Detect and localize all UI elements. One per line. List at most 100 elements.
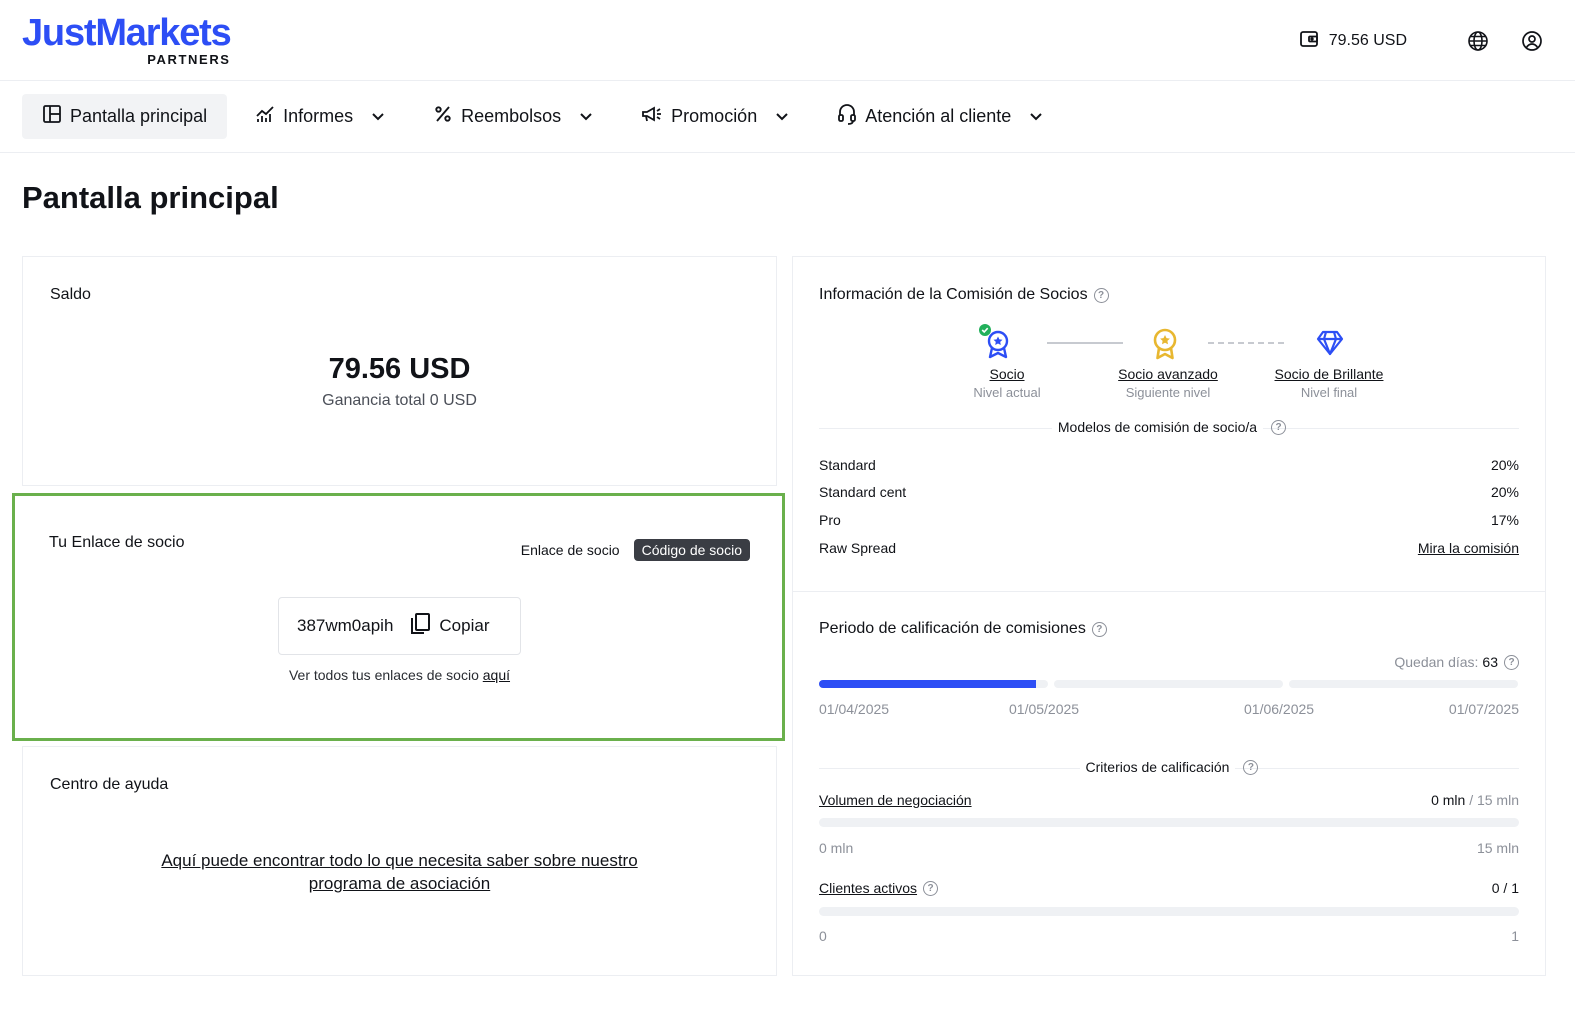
percent-icon xyxy=(433,104,453,129)
clients-max: 1 xyxy=(1511,928,1519,944)
qualification-period-title: Periodo de calificación de comisiones ? xyxy=(819,620,1107,638)
logo-text: JustMarkets xyxy=(22,12,232,54)
model-value: 17% xyxy=(1490,512,1519,528)
period-date: 01/07/2025 xyxy=(1448,701,1519,717)
chevron-down-icon xyxy=(579,106,593,127)
level-status: Nivel actual xyxy=(973,385,1041,400)
volume-row: Volumen de negociación 0 mln / 15 mln xyxy=(819,792,1519,808)
commission-card: Información de la Comisión de Socios ? S… xyxy=(792,256,1546,976)
nav-item-label: Atención al cliente xyxy=(865,106,1012,126)
days-remaining: Quedan días: 63 ? xyxy=(1394,654,1519,670)
help-center-card: Centro de ayuda Aquí puede encontrar tod… xyxy=(22,746,777,976)
header-balance-value: 79.56 USD xyxy=(1328,32,1407,49)
header-actions: 79.56 USD xyxy=(1299,26,1547,56)
help-link-line-2: programa de asociación xyxy=(308,874,491,893)
nav-item-reports[interactable]: Informes xyxy=(235,94,405,139)
period-date: 01/06/2025 xyxy=(1244,701,1315,717)
nav-item-support[interactable]: Atención al cliente xyxy=(817,94,1063,139)
logo-subtitle: PARTNERS xyxy=(147,52,231,67)
nav-item-label: Promoción xyxy=(671,106,758,126)
model-name: Standard cent xyxy=(819,484,907,500)
volume-current: 0 mln xyxy=(1431,792,1466,808)
commission-info-title-text: Información de la Comisión de Socios xyxy=(819,286,1088,303)
level-final-icon xyxy=(1316,330,1344,361)
level-status: Siguiente nivel xyxy=(1125,385,1211,400)
view-commission-link[interactable]: Mira la comisión xyxy=(1418,540,1519,556)
model-name: Pro xyxy=(819,512,841,528)
clients-label: Clientes activos ? xyxy=(819,880,939,896)
nav-item-label: Informes xyxy=(283,106,354,126)
main-nav: Pantalla principal Informes Reembolsos P… xyxy=(22,94,1071,139)
level-final[interactable]: Socio de Brillante Nivel final xyxy=(1259,364,1399,400)
nav-item-label: Reembolsos xyxy=(461,106,562,126)
clients-link[interactable]: Clientes activos xyxy=(819,880,917,896)
level-current[interactable]: Socio Nivel actual xyxy=(937,364,1077,400)
level-current-icon xyxy=(976,321,1010,364)
arrow-dashed xyxy=(1208,342,1284,344)
model-name: Raw Spread xyxy=(819,540,897,556)
period-date: 01/05/2025 xyxy=(1009,701,1080,717)
commission-row: Standard cent 20% xyxy=(819,484,1519,500)
balance-card: Saldo 79.56 USD Ganancia total 0 USD xyxy=(22,256,777,486)
clients-progress xyxy=(819,907,1519,916)
clients-min: 0 xyxy=(819,928,827,944)
model-value: 20% xyxy=(1490,484,1519,500)
help-icon[interactable]: ? xyxy=(1243,759,1259,775)
level-status: Nivel final xyxy=(1300,385,1358,400)
nav-item-rebates[interactable]: Reembolsos xyxy=(413,94,613,139)
nav-item-promotion[interactable]: Promoción xyxy=(621,94,809,139)
help-center-link[interactable]: Aquí puede encontrar todo lo que necesit… xyxy=(23,849,776,895)
chevron-down-icon xyxy=(775,106,789,127)
chevron-down-icon xyxy=(1029,106,1043,127)
clients-row: Clientes activos ? 0 / 1 xyxy=(819,880,1519,896)
nav-item-dashboard[interactable]: Pantalla principal xyxy=(22,94,228,139)
arrow-solid xyxy=(1047,342,1123,344)
volume-link[interactable]: Volumen de negociación xyxy=(819,792,972,808)
volume-max: 15 mln xyxy=(1476,840,1519,856)
model-value: 20% xyxy=(1490,457,1519,473)
logo[interactable]: JustMarkets PARTNERS xyxy=(22,12,232,67)
volume-min: 0 mln xyxy=(819,840,854,856)
level-next-icon xyxy=(1150,327,1180,366)
criteria-title-text: Criterios de calificación xyxy=(1079,759,1236,775)
help-icon[interactable]: ? xyxy=(1091,621,1107,637)
chevron-down-icon xyxy=(371,106,385,127)
commission-row: Pro 17% xyxy=(819,512,1519,528)
model-name: Standard xyxy=(819,457,876,473)
level-name: Socio de Brillante xyxy=(1274,366,1384,382)
commission-row: Standard 20% xyxy=(819,457,1519,473)
help-icon[interactable]: ? xyxy=(1504,654,1519,670)
user-icon[interactable] xyxy=(1517,26,1547,56)
globe-icon[interactable] xyxy=(1463,26,1493,56)
megaphone-icon xyxy=(641,104,663,129)
commission-info-title: Información de la Comisión de Socios ? xyxy=(819,286,1109,304)
clients-target: / 1 xyxy=(1503,880,1519,896)
nav-divider xyxy=(0,152,1575,153)
level-name: Socio xyxy=(989,366,1025,382)
period-date: 01/04/2025 xyxy=(819,701,890,717)
level-name: Socio avanzado xyxy=(1118,366,1218,382)
clients-current: 0 xyxy=(1491,880,1500,896)
volume-target: / 15 mln xyxy=(1469,792,1519,808)
help-icon[interactable]: ? xyxy=(923,880,939,896)
qualification-period-title-text: Periodo de calificación de comisiones xyxy=(819,620,1086,637)
dashboard-icon xyxy=(42,104,62,129)
help-icon[interactable]: ? xyxy=(1093,287,1109,303)
help-link-line-1: Aquí puede encontrar todo lo que necesit… xyxy=(161,851,638,870)
period-progress-fill xyxy=(819,680,1036,688)
commission-models-title-text: Modelos de comisión de socio/a xyxy=(1051,419,1264,435)
page-title: Pantalla principal xyxy=(22,180,279,215)
help-center-title: Centro de ayuda xyxy=(50,776,169,793)
balance-amount: 79.56 USD xyxy=(328,353,471,385)
volume-value: 0 mln / 15 mln xyxy=(1431,792,1519,808)
header-balance[interactable]: 79.56 USD xyxy=(1299,29,1407,54)
wallet-icon xyxy=(1299,29,1319,54)
level-next[interactable]: Socio avanzado Siguiente nivel xyxy=(1098,364,1238,400)
chart-icon xyxy=(255,104,275,129)
help-icon[interactable]: ? xyxy=(1271,419,1287,435)
commission-row: Raw Spread Mira la comisión xyxy=(819,540,1519,556)
section-divider xyxy=(793,591,1545,592)
balance-card-title: Saldo xyxy=(50,286,91,303)
clients-value: 0 / 1 xyxy=(1492,880,1519,896)
headset-icon xyxy=(837,103,857,130)
